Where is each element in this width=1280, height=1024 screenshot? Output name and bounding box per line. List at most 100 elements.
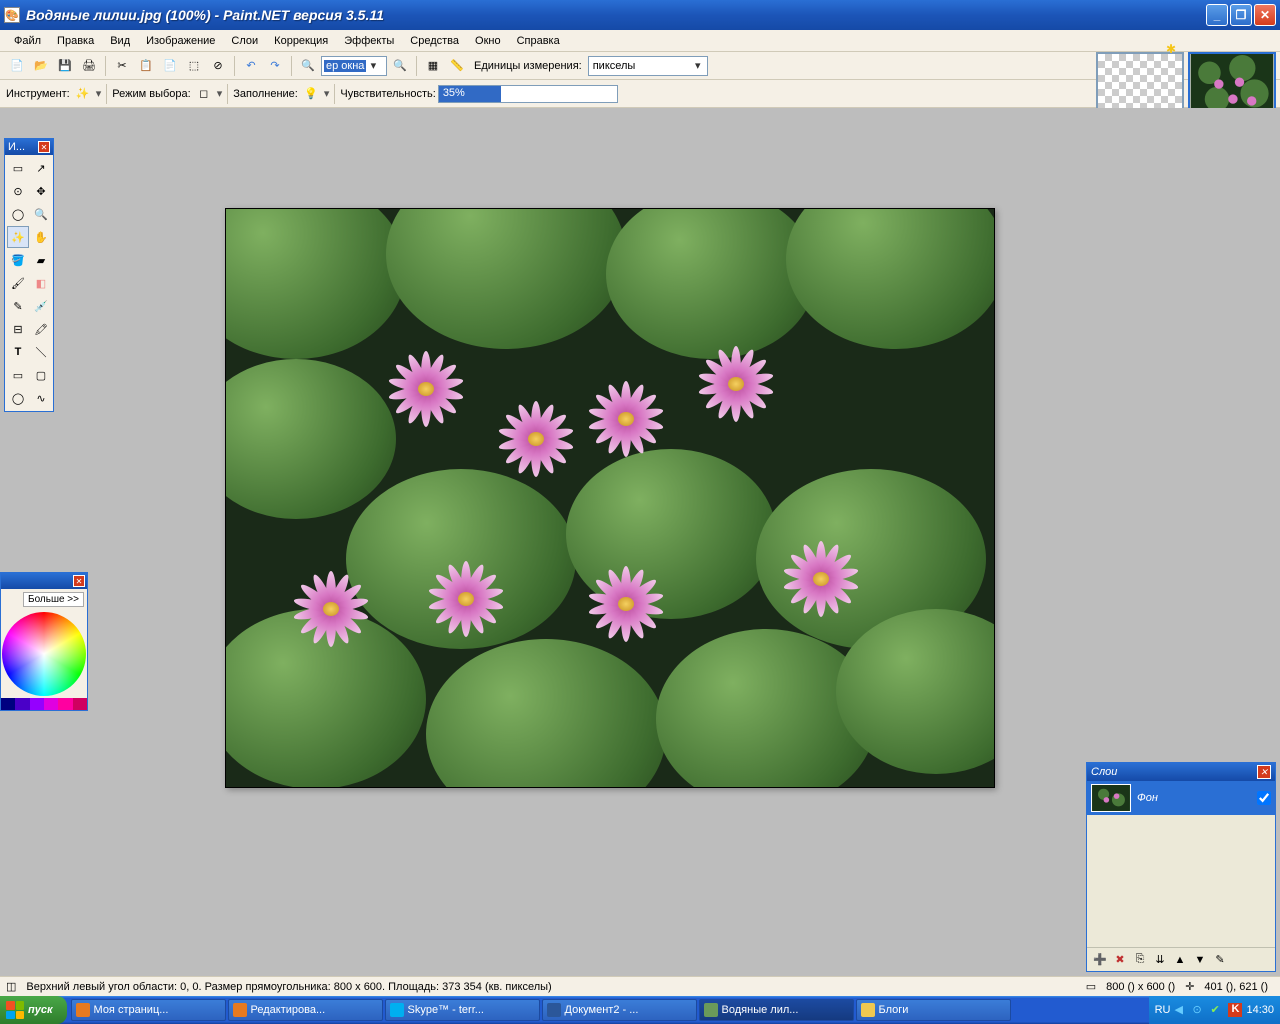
move-selection-tool[interactable]: ↗ xyxy=(30,157,52,179)
move-up-icon[interactable]: ▲ xyxy=(1171,951,1189,969)
task-button[interactable]: Документ2 - ... xyxy=(542,999,697,1021)
menu-файл[interactable]: Файл xyxy=(6,33,49,49)
tolerance-slider[interactable]: 35% xyxy=(438,85,618,103)
task-icon xyxy=(233,1003,247,1017)
save-icon[interactable]: 💾 xyxy=(54,55,76,77)
freeform-tool[interactable]: ∿ xyxy=(30,387,52,409)
layers-palette[interactable]: Слои ✕ Фон ➕ ✖ ⎘ ⇊ ▲ ▼ ✎ xyxy=(1086,762,1276,972)
menu-коррекция[interactable]: Коррекция xyxy=(266,33,336,49)
mode-label: Режим выбора: xyxy=(112,88,190,100)
deselect-icon[interactable]: ⊘ xyxy=(207,55,229,77)
task-button[interactable]: Моя страниц... xyxy=(71,999,226,1021)
delete-layer-icon[interactable]: ✖ xyxy=(1111,951,1129,969)
selection-mode-icon[interactable]: ◻ xyxy=(193,83,215,105)
lasso-tool[interactable]: ⊙ xyxy=(7,180,29,202)
paste-icon[interactable]: 📄 xyxy=(159,55,181,77)
task-icon xyxy=(390,1003,404,1017)
menu-изображение[interactable]: Изображение xyxy=(138,33,223,49)
tray-icon[interactable]: ⊙ xyxy=(1192,1003,1206,1017)
system-tray[interactable]: RU ◀ ⊙ ✔ K 14:30 xyxy=(1149,996,1280,1024)
text-tool[interactable]: T xyxy=(7,341,29,363)
pencil-tool[interactable]: ✎ xyxy=(7,295,29,317)
flood-mode-icon[interactable]: 💡 xyxy=(300,83,322,105)
move-down-icon[interactable]: ▼ xyxy=(1191,951,1209,969)
rect-select-tool[interactable]: ▭ xyxy=(7,157,29,179)
task-icon xyxy=(704,1003,718,1017)
tray-icon[interactable]: ◀ xyxy=(1174,1003,1188,1017)
task-button[interactable]: Skype™ - terr... xyxy=(385,999,540,1021)
magic-wand-tool[interactable]: ✨ xyxy=(7,226,29,248)
add-layer-icon[interactable]: ➕ xyxy=(1091,951,1109,969)
zoom-tool[interactable]: 🔍 xyxy=(30,203,52,225)
bucket-tool[interactable]: 🪣 xyxy=(7,249,29,271)
menu-справка[interactable]: Справка xyxy=(509,33,568,49)
menu-правка[interactable]: Правка xyxy=(49,33,102,49)
line-tool[interactable]: ＼ xyxy=(30,341,52,363)
color-wheel[interactable] xyxy=(2,612,86,696)
cut-icon[interactable]: ✂ xyxy=(111,55,133,77)
magic-wand-icon[interactable]: ✨ xyxy=(72,83,94,105)
tools-titlebar[interactable]: И... ✕ xyxy=(5,139,53,155)
task-button[interactable]: Редактирова... xyxy=(228,999,383,1021)
gradient-tool[interactable]: ▰ xyxy=(30,249,52,271)
zoom-in-icon[interactable]: 🔍 xyxy=(389,55,411,77)
rect-tool[interactable]: ▭ xyxy=(7,364,29,386)
task-icon xyxy=(547,1003,561,1017)
clone-tool[interactable]: ⊟ xyxy=(7,318,29,340)
layers-title: Слои xyxy=(1091,766,1117,778)
open-icon[interactable]: 📂 xyxy=(30,55,52,77)
clock[interactable]: 14:30 xyxy=(1246,1004,1274,1016)
canvas[interactable] xyxy=(225,208,995,788)
layers-titlebar[interactable]: Слои ✕ xyxy=(1087,763,1275,781)
eraser-tool[interactable]: ◧ xyxy=(30,272,52,294)
menu-вид[interactable]: Вид xyxy=(102,33,138,49)
menu-окно[interactable]: Окно xyxy=(467,33,509,49)
lang-indicator[interactable]: RU xyxy=(1155,1004,1171,1016)
ellipse-tool[interactable]: ◯ xyxy=(7,387,29,409)
rounded-rect-tool[interactable]: ▢ xyxy=(30,364,52,386)
layers-close-icon[interactable]: ✕ xyxy=(1257,765,1271,779)
tolerance-value: 35% xyxy=(443,87,465,99)
ellipse-select-tool[interactable]: ◯ xyxy=(7,203,29,225)
new-icon[interactable]: 📄 xyxy=(6,55,28,77)
menu-средства[interactable]: Средства xyxy=(402,33,467,49)
menu-слои[interactable]: Слои xyxy=(223,33,266,49)
start-button[interactable]: пуск xyxy=(0,996,67,1024)
tray-icon[interactable]: K xyxy=(1228,1003,1242,1017)
ruler-icon[interactable]: 📏 xyxy=(446,55,468,77)
layer-item[interactable]: Фон xyxy=(1087,781,1275,815)
zoom-combo[interactable]: ер окна ▾ xyxy=(321,56,387,76)
color-swatches[interactable] xyxy=(1,698,87,710)
undo-icon[interactable]: ↶ xyxy=(240,55,262,77)
task-button[interactable]: Водяные лил... xyxy=(699,999,854,1021)
merge-down-icon[interactable]: ⇊ xyxy=(1151,951,1169,969)
colors-close-icon[interactable]: ✕ xyxy=(73,575,85,587)
colors-titlebar[interactable]: ✕ xyxy=(1,573,87,589)
pan-tool[interactable]: ✋ xyxy=(30,226,52,248)
close-button[interactable]: ✕ xyxy=(1254,4,1276,26)
maximize-button[interactable]: ❐ xyxy=(1230,4,1252,26)
units-combo[interactable]: пикселы ▾ xyxy=(588,56,708,76)
tools-close-icon[interactable]: ✕ xyxy=(38,141,50,153)
colors-palette[interactable]: ✕ Больше >> xyxy=(0,572,88,711)
colors-more-button[interactable]: Больше >> xyxy=(23,592,84,607)
redo-icon[interactable]: ↷ xyxy=(264,55,286,77)
tools-palette[interactable]: И... ✕ ▭ ↗ ⊙ ✥ ◯ 🔍 ✨ ✋ 🪣 ▰ 🖌 ◧ ✎ 💉 ⊟ 🖍 T… xyxy=(4,138,54,412)
duplicate-layer-icon[interactable]: ⎘ xyxy=(1131,951,1149,969)
copy-icon[interactable]: 📋 xyxy=(135,55,157,77)
grid-icon[interactable]: ▦ xyxy=(422,55,444,77)
crop-icon[interactable]: ⬚ xyxy=(183,55,205,77)
move-tool[interactable]: ✥ xyxy=(30,180,52,202)
zoom-out-icon[interactable]: 🔍 xyxy=(297,55,319,77)
brush-tool[interactable]: 🖌 xyxy=(7,272,29,294)
print-icon[interactable]: 🖨 xyxy=(78,55,100,77)
menu-эффекты[interactable]: Эффекты xyxy=(336,33,402,49)
recolor-tool[interactable]: 🖍 xyxy=(30,318,52,340)
task-button[interactable]: Блоги xyxy=(856,999,1011,1021)
picker-tool[interactable]: 💉 xyxy=(30,295,52,317)
tray-icon[interactable]: ✔ xyxy=(1210,1003,1224,1017)
layer-visible-checkbox[interactable] xyxy=(1257,791,1271,805)
tool-label: Инструмент: xyxy=(6,88,70,100)
properties-icon[interactable]: ✎ xyxy=(1211,951,1229,969)
minimize-button[interactable]: _ xyxy=(1206,4,1228,26)
